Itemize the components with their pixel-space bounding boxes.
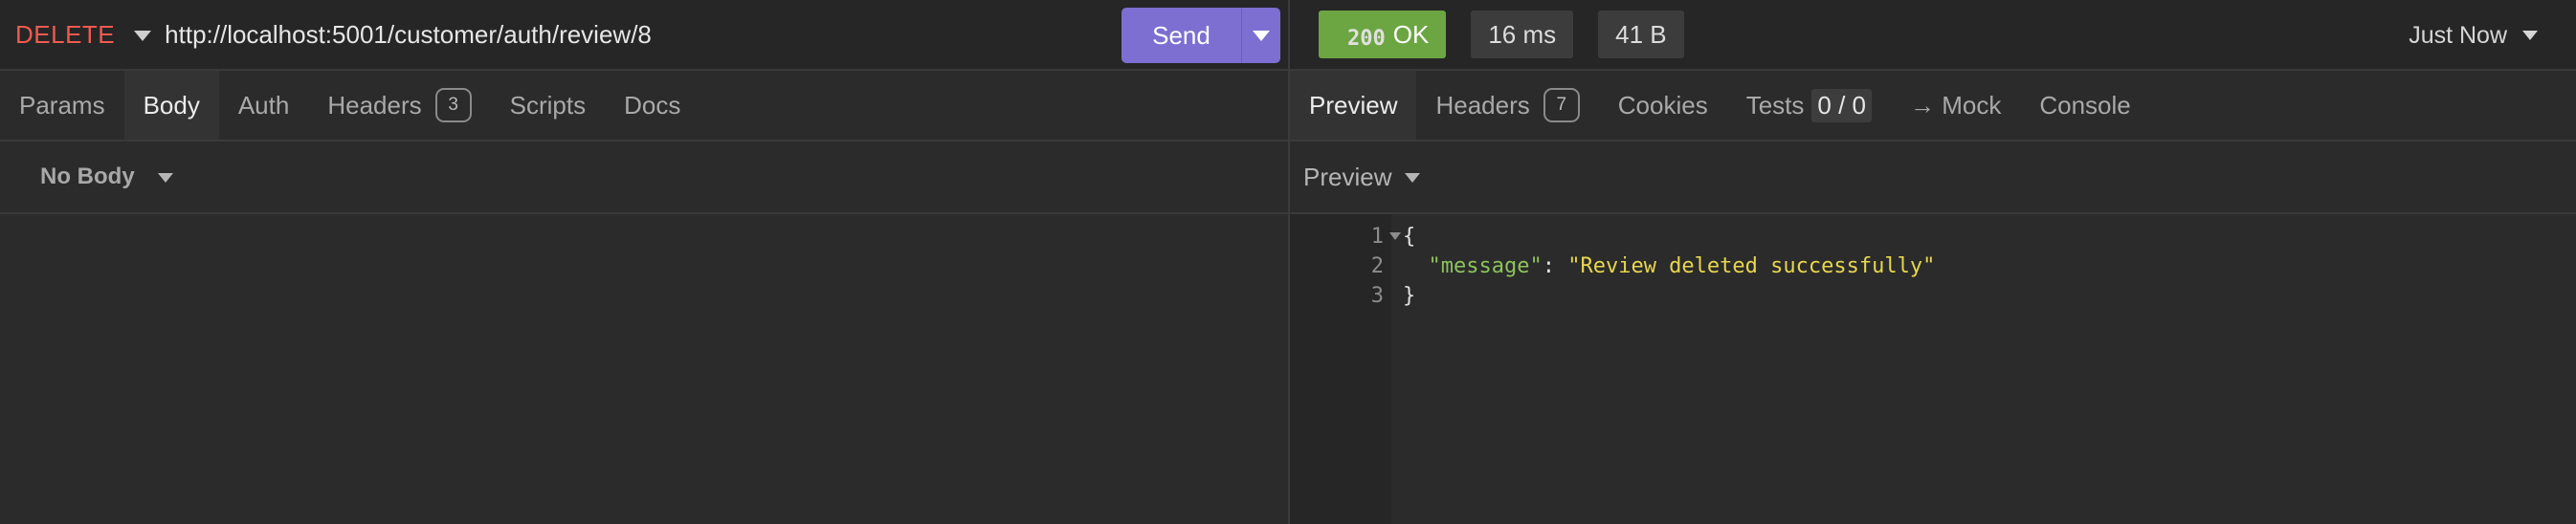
tab-label: Params [19, 90, 105, 120]
code-content: { "message": "Review deleted successfull… [1391, 214, 2576, 524]
history-dropdown[interactable]: Just Now [2409, 0, 2538, 71]
line-number: 1 [1290, 222, 1401, 251]
body-type-selector[interactable]: No Body [40, 164, 135, 190]
tab-console[interactable]: Console [2020, 71, 2149, 140]
tab-label: Body [143, 90, 200, 120]
chevron-down-icon [1253, 30, 1270, 41]
send-button[interactable]: Send [1121, 8, 1241, 63]
tab-label: Console [2039, 90, 2131, 120]
tab-headers[interactable]: Headers 3 [308, 71, 490, 140]
line-number: 2 [1370, 254, 1384, 278]
body-type-bar: No Body [0, 142, 1288, 214]
headers-count-badge: 3 [434, 88, 472, 122]
response-code-viewer: 1 2 3 { "message": "Review deleted succe… [1290, 214, 2576, 524]
tab-preview[interactable]: Preview [1290, 71, 1417, 140]
url-bar: DELETE Send [0, 0, 1288, 71]
tab-label: Headers [327, 90, 422, 120]
response-status-bar: 200 OK 16 ms 41 B Just Now [1290, 0, 2576, 71]
response-size-badge: 41 B [1598, 11, 1684, 58]
tab-scripts[interactable]: Scripts [491, 71, 605, 140]
line-number: 3 [1370, 284, 1384, 308]
tab-label: Preview [1309, 90, 1398, 120]
tab-body[interactable]: Body [123, 71, 219, 140]
tab-mock[interactable]: → Mock [1891, 71, 2020, 140]
status-code: 200 [1347, 26, 1386, 51]
preview-mode-bar: Preview [1290, 142, 2576, 214]
tab-docs[interactable]: Docs [605, 71, 700, 140]
tab-label: → Mock [1909, 90, 2002, 120]
tab-label: Tests [1745, 90, 1805, 120]
tab-auth[interactable]: Auth [219, 71, 309, 140]
request-pane: DELETE Send Params Body Auth Heade [0, 0, 1290, 524]
response-time-badge: 16 ms [1471, 11, 1574, 58]
tab-tests[interactable]: Tests 0 / 0 [1727, 71, 1891, 140]
json-colon: : [1542, 254, 1568, 278]
request-tabs: Params Body Auth Headers 3 Scripts Docs [0, 71, 1288, 142]
send-options-button[interactable] [1242, 8, 1280, 63]
code-line: "message": "Review deleted successfully" [1403, 251, 2576, 281]
tab-label: Auth [237, 90, 290, 120]
tab-label: Headers [1435, 90, 1530, 120]
chevron-down-icon[interactable] [1405, 173, 1421, 183]
tab-response-headers[interactable]: Headers 7 [1416, 71, 1598, 140]
tab-label: Docs [624, 90, 681, 120]
timestamp-label: Just Now [2409, 21, 2507, 49]
fold-chevron-icon[interactable] [1389, 232, 1401, 240]
response-tabs: Preview Headers 7 Cookies Tests 0 / 0 → … [1290, 71, 2576, 142]
tests-count: 0 / 0 [1811, 88, 1872, 122]
status-text: OK [1392, 19, 1430, 49]
chevron-down-icon[interactable] [157, 173, 173, 183]
line-number-gutter: 1 2 3 [1290, 214, 1401, 524]
json-string-value: "Review deleted successfully" [1567, 254, 1936, 278]
method-selector[interactable]: DELETE [15, 20, 115, 50]
tab-cookies[interactable]: Cookies [1599, 71, 1727, 140]
tab-params[interactable]: Params [0, 71, 124, 140]
url-input[interactable] [165, 19, 1075, 50]
app-window: DELETE Send Params Body Auth Heade [0, 0, 2576, 524]
tab-label: Cookies [1617, 90, 1708, 120]
json-key: "message" [1428, 254, 1543, 278]
response-pane: 200 OK 16 ms 41 B Just Now Preview Heade… [1290, 0, 2576, 524]
preview-mode-selector[interactable]: Preview [1303, 163, 1391, 192]
code-line: } [1403, 284, 1416, 308]
status-badge: 200 OK [1319, 11, 1447, 58]
code-line: { [1403, 225, 1416, 249]
headers-count-badge: 7 [1543, 88, 1580, 122]
chevron-down-icon [2522, 31, 2538, 40]
chevron-down-icon[interactable] [134, 30, 152, 41]
send-button-group: Send [1121, 8, 1280, 63]
tab-label: Scripts [509, 90, 587, 120]
